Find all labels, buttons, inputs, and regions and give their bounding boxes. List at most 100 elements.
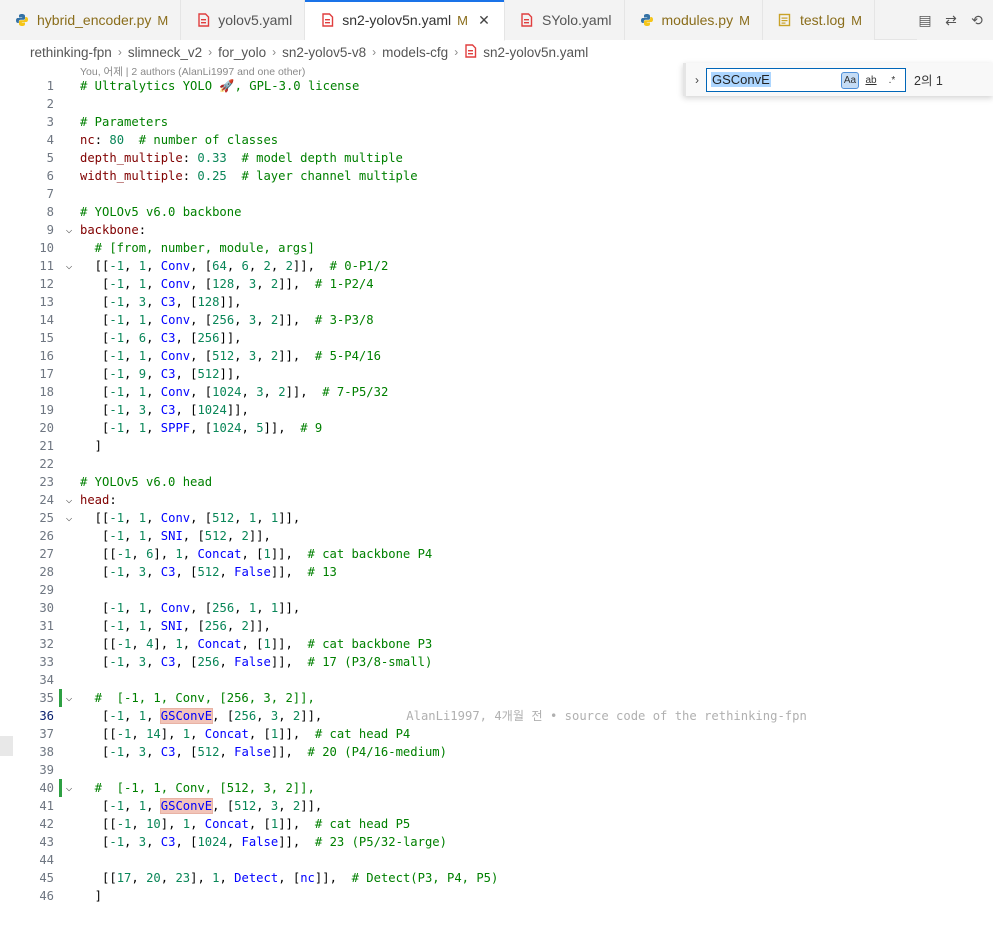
breadcrumb-file[interactable]: sn2-yolov5n.yaml	[464, 43, 588, 61]
tab-test-log[interactable]: test.log M	[762, 0, 875, 40]
git-added-indicator[interactable]	[59, 689, 62, 707]
line-number: 22	[39, 457, 54, 471]
code-text: # YOLOv5 v6.0 backbone	[80, 205, 242, 219]
line-number: 13	[39, 295, 54, 309]
code-line[interactable]: 45 [[17, 20, 23], 1, Detect, [nc]], # De…	[0, 869, 993, 887]
code-line[interactable]: 36 [-1, 1, GSConvE, [256, 3, 2]], AlanLi…	[0, 707, 993, 725]
code-line[interactable]: 23 # YOLOv5 v6.0 head	[0, 473, 993, 491]
fold-chevron-icon[interactable]: ⌵	[63, 509, 75, 527]
tab-hybrid-encoder-py[interactable]: hybrid_encoder.py M	[0, 0, 182, 40]
breadcrumb-item[interactable]: for_yolo	[218, 45, 266, 60]
code-line[interactable]: 42 [[-1, 10], 1, Concat, [1]], # cat hea…	[0, 815, 993, 833]
code-line[interactable]: 2	[0, 95, 993, 113]
code-line[interactable]: 44	[0, 851, 993, 869]
code-line[interactable]: 9 ⌵ backbone:	[0, 221, 993, 239]
code-line[interactable]: 11 ⌵ [[-1, 1, Conv, [64, 6, 2, 2]], # 0-P…	[0, 257, 993, 275]
find-widget: › GSConvE Aa ab .* 2의 1	[683, 63, 993, 96]
code-line[interactable]: 14 [-1, 1, Conv, [256, 3, 2]], # 3-P3/8	[0, 311, 993, 329]
code-line[interactable]: 4 nc: 80 # number of classes	[0, 131, 993, 149]
code-line[interactable]: 25 ⌵ [[-1, 1, Conv, [512, 1, 1]],	[0, 509, 993, 527]
whole-word-toggle[interactable]: ab	[862, 72, 880, 89]
code-line[interactable]: 12 [-1, 1, Conv, [128, 3, 2]], # 1-P2/4	[0, 275, 993, 293]
code-text: [-1, 3, C3, [128]],	[80, 295, 242, 309]
code-line[interactable]: 15 [-1, 6, C3, [256]],	[0, 329, 993, 347]
fold-chevron-icon[interactable]: ⌵	[63, 491, 75, 509]
inline-blame[interactable]: AlanLi1997, 4개월 전 • source code of the r…	[406, 709, 807, 723]
code-line[interactable]: 5 depth_multiple: 0.33 # model depth mult…	[0, 149, 993, 167]
tab-yolov5-yaml[interactable]: yolov5.yaml	[181, 0, 306, 40]
code-line[interactable]: 35 ⌵ # [-1, 1, Conv, [256, 3, 2]],	[0, 689, 993, 707]
code-line[interactable]: 13 [-1, 3, C3, [128]],	[0, 293, 993, 311]
toggle-replace-chevron-icon[interactable]: ›	[690, 73, 704, 87]
code-line[interactable]: 31 [-1, 1, SNI, [256, 2]],	[0, 617, 993, 635]
fold-chevron-icon[interactable]: ⌵	[63, 257, 75, 275]
code-line[interactable]: 7	[0, 185, 993, 203]
tab-sn2-yolov5n-yaml[interactable]: sn2-yolov5n.yaml M ✕	[305, 0, 505, 41]
line-number: 45	[39, 871, 54, 885]
yaml-icon	[464, 43, 477, 61]
regex-toggle[interactable]: .*	[883, 72, 901, 89]
breadcrumb: rethinking-fpn › slimneck_v2 › for_yolo › sn2-…	[0, 41, 993, 63]
code-editor[interactable]: You, 어제 | 2 authors (AlanLi1997 and one …	[0, 62, 993, 934]
code-line[interactable]: 24 ⌵ head:	[0, 491, 993, 509]
code-line[interactable]: 32 [[-1, 4], 1, Concat, [1]], # cat back…	[0, 635, 993, 653]
code-line[interactable]: 17 [-1, 9, C3, [512]],	[0, 365, 993, 383]
breadcrumb-item[interactable]: sn2-yolov5-v8	[282, 45, 366, 60]
code-line[interactable]: 6 width_multiple: 0.25 # layer channel mu…	[0, 167, 993, 185]
line-number: 24	[39, 493, 54, 507]
fold-chevron-icon[interactable]: ⌵	[63, 779, 75, 797]
code-line[interactable]: 37 [[-1, 14], 1, Concat, [1]], # cat hea…	[0, 725, 993, 743]
close-icon[interactable]: ✕	[476, 12, 492, 29]
match-case-toggle[interactable]: Aa	[841, 71, 859, 89]
line-number: 6	[46, 169, 54, 183]
line-number: 14	[39, 313, 54, 327]
breadcrumb-item[interactable]: slimneck_v2	[128, 45, 202, 60]
code-line[interactable]: 33 [-1, 3, C3, [256, False]], # 17 (P3/8…	[0, 653, 993, 671]
line-number: 27	[39, 547, 54, 561]
code-line[interactable]: 29	[0, 581, 993, 599]
code-text: [-1, 9, C3, [512]],	[80, 367, 242, 381]
git-added-indicator[interactable]	[59, 779, 62, 797]
code-line[interactable]: 34	[0, 671, 993, 689]
code-line[interactable]: 30 [-1, 1, Conv, [256, 1, 1]],	[0, 599, 993, 617]
code-text: [[-1, 1, Conv, [64, 6, 2, 2]], # 0-P1/2	[80, 259, 389, 273]
tab-syolo-yaml[interactable]: SYolo.yaml	[504, 0, 625, 40]
code-line[interactable]: 43 [-1, 3, C3, [1024, False]], # 23 (P5/…	[0, 833, 993, 851]
code-line[interactable]: 21 ]	[0, 437, 993, 455]
line-number: 36	[39, 709, 54, 723]
code-line[interactable]: 27 [[-1, 6], 1, Concat, [1]], # cat back…	[0, 545, 993, 563]
code-text: # [from, number, module, args]	[80, 241, 315, 255]
code-line[interactable]: 3 # Parameters	[0, 113, 993, 131]
find-input[interactable]: GSConvE Aa ab .*	[706, 67, 906, 92]
code-line[interactable]: 46 ]	[0, 887, 993, 905]
fold-chevron-icon[interactable]: ⌵	[63, 221, 75, 239]
code-line[interactable]: 8 # YOLOv5 v6.0 backbone	[0, 203, 993, 221]
code-line[interactable]: 16 [-1, 1, Conv, [512, 3, 2]], # 5-P4/16	[0, 347, 993, 365]
code-line[interactable]: 38 [-1, 3, C3, [512, False]], # 20 (P4/1…	[0, 743, 993, 761]
tab-label: test.log	[799, 12, 846, 28]
code-line[interactable]: 10 # [from, number, module, args]	[0, 239, 993, 257]
code-line[interactable]: 26 [-1, 1, SNI, [512, 2]],	[0, 527, 993, 545]
code-line[interactable]: 28 [-1, 3, C3, [512, False]], # 13	[0, 563, 993, 581]
breadcrumb-item[interactable]: rethinking-fpn	[30, 45, 112, 60]
code-text: [-1, 1, Conv, [256, 3, 2]], # 3-P3/8	[80, 313, 374, 327]
code-line[interactable]: 22	[0, 455, 993, 473]
breadcrumb-label: sn2-yolov5-v8	[282, 44, 367, 60]
timeline-icon[interactable]: ⟲	[969, 12, 985, 29]
line-number: 2	[46, 97, 54, 111]
code-line[interactable]: 20 [-1, 1, SPPF, [1024, 5]], # 9	[0, 419, 993, 437]
code-line[interactable]: 41 [-1, 1, GSConvE, [512, 3, 2]],	[0, 797, 993, 815]
find-query[interactable]: GSConvE	[711, 72, 771, 87]
code-text: # [-1, 1, Conv, [256, 3, 2]],	[80, 691, 315, 705]
code-line[interactable]: 18 [-1, 1, Conv, [1024, 3, 2]], # 7-P5/3…	[0, 383, 993, 401]
breadcrumb-item[interactable]: models-cfg	[382, 45, 448, 60]
open-changes-icon[interactable]: ▤	[917, 12, 933, 29]
git-compare-icon[interactable]: ⇄	[943, 12, 959, 29]
code-lines[interactable]: 1 # Ultralytics YOLO 🚀, GPL-3.0 license 2 3…	[0, 77, 993, 905]
code-text: [-1, 1, SNI, [256, 2]],	[80, 619, 271, 633]
tab-modules-py[interactable]: modules.py M	[624, 0, 763, 40]
code-line[interactable]: 39	[0, 761, 993, 779]
fold-chevron-icon[interactable]: ⌵	[63, 689, 75, 707]
code-line[interactable]: 19 [-1, 3, C3, [1024]],	[0, 401, 993, 419]
code-line[interactable]: 40 ⌵ # [-1, 1, Conv, [512, 3, 2]],	[0, 779, 993, 797]
